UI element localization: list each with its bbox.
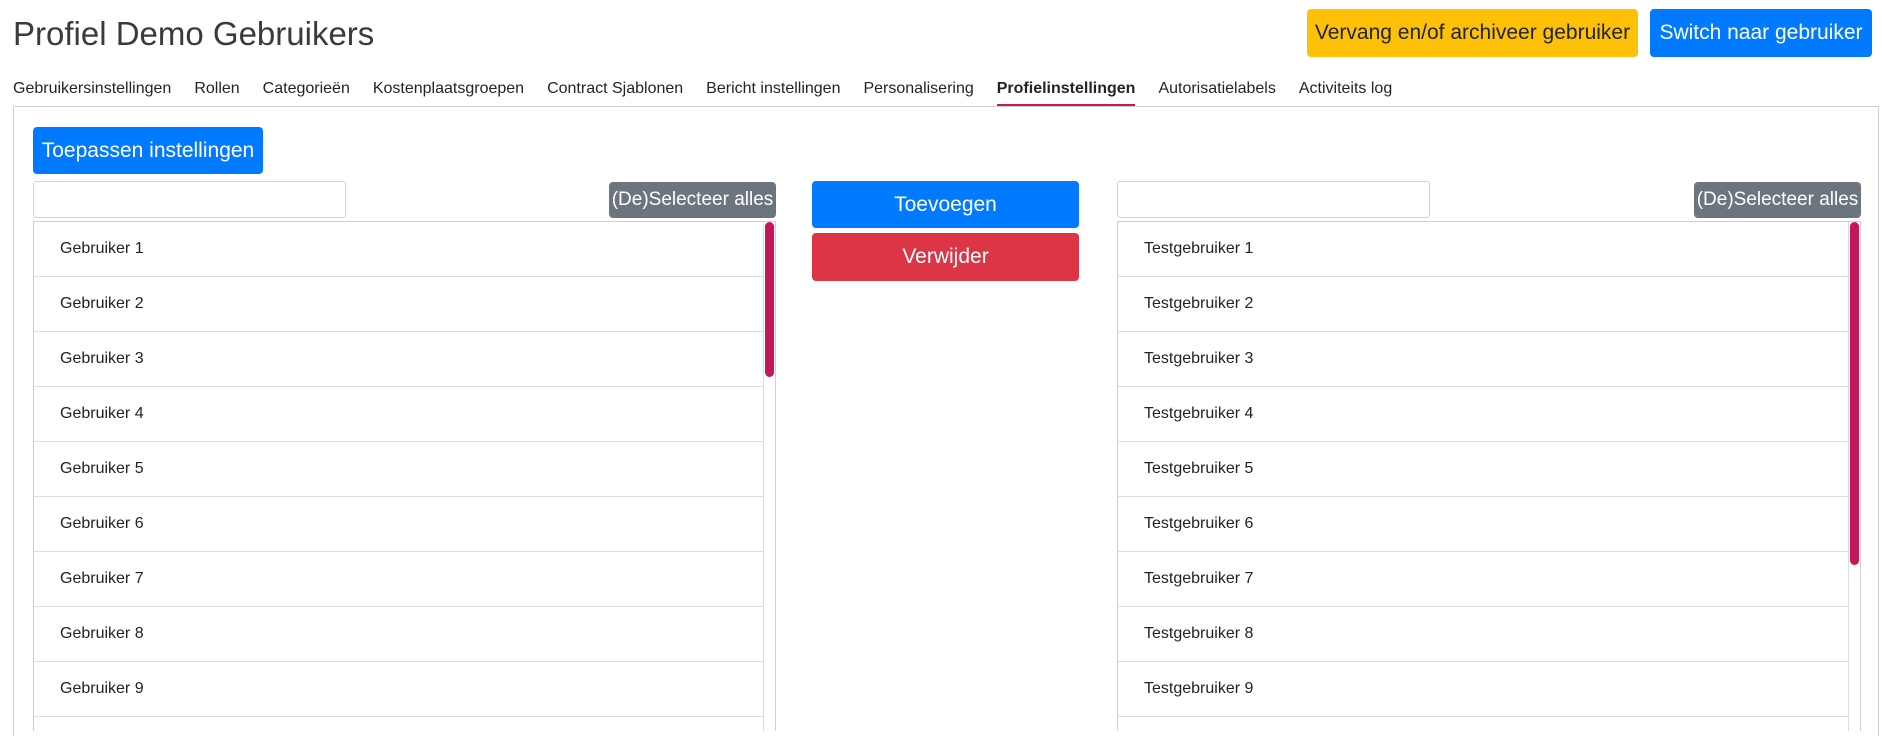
left-select-all-button[interactable]: (De)Selecteer alles [609,182,776,218]
left-user-list: Gebruiker 1 Gebruiker 2 Gebruiker 3 Gebr… [33,221,776,731]
tab-profielinstellingen[interactable]: Profielinstellingen [996,74,1136,107]
tab-contract-sjablonen[interactable]: Contract Sjablonen [547,74,683,107]
list-item[interactable]: Testgebruiker 1 [1118,222,1860,277]
list-item[interactable]: Gebruiker 8 [34,607,775,662]
remove-button[interactable]: Verwijder [812,233,1079,281]
right-user-list: Testgebruiker 1 Testgebruiker 2 Testgebr… [1117,221,1861,731]
tab-bericht-instellingen[interactable]: Bericht instellingen [706,74,840,107]
tab-personalisering[interactable]: Personalisering [863,74,973,107]
list-item[interactable]: Testgebruiker 4 [1118,387,1860,442]
switch-to-user-button[interactable]: Switch naar gebruiker [1650,9,1872,57]
tab-gebruikersinstellingen[interactable]: Gebruikersinstellingen [13,74,171,107]
apply-settings-button[interactable]: Toepassen instellingen [33,127,263,174]
list-item[interactable]: Testgebruiker 7 [1118,552,1860,607]
list-item[interactable]: Gebruiker 9 [34,662,775,717]
list-item[interactable]: Gebruiker 1 [34,222,775,277]
right-scrollbar[interactable] [1848,222,1860,731]
tab-activiteits-log[interactable]: Activiteits log [1299,74,1392,107]
page-title: Profiel Demo Gebruikers [13,15,375,52]
left-scrollbar-thumb[interactable] [765,222,774,377]
right-scrollbar-thumb[interactable] [1850,222,1859,565]
tab-autorisatielabels[interactable]: Autorisatielabels [1158,74,1275,107]
list-item[interactable]: Testgebruiker 8 [1118,607,1860,662]
list-item[interactable]: Testgebruiker 3 [1118,332,1860,387]
tab-bar: Gebruikersinstellingen Rollen Categorieë… [13,74,1415,107]
list-item[interactable]: Testgebruiker 6 [1118,497,1860,552]
list-item[interactable]: Gebruiker 7 [34,552,775,607]
right-filter-input[interactable] [1117,181,1430,218]
tab-kostenplaatsgroepen[interactable]: Kostenplaatsgroepen [373,74,524,107]
list-item[interactable]: Testgebruiker 5 [1118,442,1860,497]
list-item[interactable]: Gebruiker 2 [34,277,775,332]
tab-rollen[interactable]: Rollen [194,74,239,107]
list-item[interactable]: Gebruiker 3 [34,332,775,387]
left-filter-input[interactable] [33,181,346,218]
list-item[interactable]: Testgebruiker 2 [1118,277,1860,332]
list-item[interactable]: Gebruiker 6 [34,497,775,552]
list-item[interactable]: Testgebruiker 9 [1118,662,1860,717]
replace-archive-user-button[interactable]: Vervang en/of archiveer gebruiker [1307,9,1638,57]
tab-categorieen[interactable]: Categorieën [263,74,350,107]
right-select-all-button[interactable]: (De)Selecteer alles [1694,182,1861,218]
left-scrollbar[interactable] [763,222,775,731]
add-button[interactable]: Toevoegen [812,181,1079,228]
list-item[interactable]: Gebruiker 5 [34,442,775,497]
list-item[interactable]: Gebruiker 4 [34,387,775,442]
